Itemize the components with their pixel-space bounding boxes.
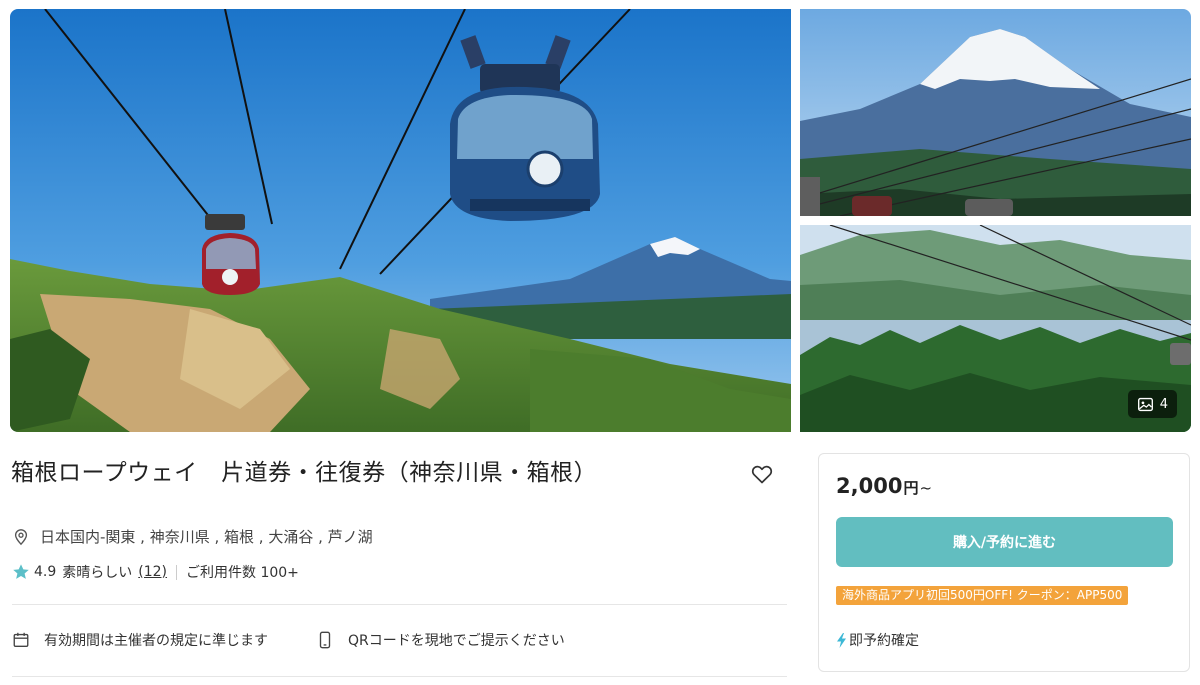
lake-photo[interactable]: 4 (800, 225, 1191, 432)
rating-row: 4.9 素晴らしい (12) ご利用件数 100+ (12, 562, 299, 582)
price: 2,000 円 ~ (836, 474, 932, 498)
rating-score: 4.9 (34, 564, 57, 580)
photo-gallery: 4 (10, 9, 1191, 432)
smartphone-icon (319, 631, 331, 649)
location-pin-icon (14, 528, 28, 545)
heart-icon (751, 465, 773, 484)
divider (12, 676, 787, 677)
usage-count: ご利用件数 100+ (186, 565, 299, 581)
product-title: 箱根ロープウェイ 片道券・往復券（神奈川県・箱根） (11, 460, 598, 486)
coupon-badge: 海外商品アプリ初回500円OFF! クーポン：APP500 (836, 586, 1129, 605)
price-unit: 円 (903, 479, 919, 497)
more-photos-button[interactable]: 4 (1127, 390, 1177, 418)
calendar-icon (13, 632, 29, 647)
separator (176, 564, 178, 580)
feature-validity: 有効期間は主催者の規定に準じます (12, 630, 268, 650)
more-photos-count: 4 (1159, 396, 1168, 412)
rating-label: 素晴らしい (62, 565, 133, 581)
feature-ticket: QRコードを現地でご提示ください (316, 630, 565, 650)
lightning-icon (837, 632, 846, 648)
review-count-link[interactable]: (12) (138, 564, 167, 580)
image-icon (1137, 397, 1153, 411)
feature-validity-text: 有効期間は主催者の規定に準じます (44, 633, 268, 649)
favorite-button[interactable] (750, 462, 778, 490)
feature-ticket-text: QRコードを現地でご提示ください (348, 633, 565, 649)
location-row: 日本国内-関東 , 神奈川県 , 箱根 , 大涌谷 , 芦ノ湖 (12, 526, 373, 547)
price-suffix: ~ (919, 479, 933, 497)
divider (12, 604, 787, 605)
instant-confirmation: 即予約確定 (836, 630, 919, 650)
location-text: 日本国内-関東 , 神奈川県 , 箱根 , 大涌谷 , 芦ノ湖 (40, 528, 373, 546)
main-photo[interactable] (10, 9, 791, 432)
star-icon (12, 563, 30, 581)
book-button[interactable]: 購入/予約に進む (836, 517, 1173, 567)
price-amount: 2,000 (836, 474, 903, 498)
instant-label: 即予約確定 (849, 633, 919, 649)
fuji-photo[interactable] (800, 9, 1191, 216)
purchase-panel: 2,000 円 ~ 購入/予約に進む 海外商品アプリ初回500円OFF! クーポ… (818, 453, 1190, 672)
